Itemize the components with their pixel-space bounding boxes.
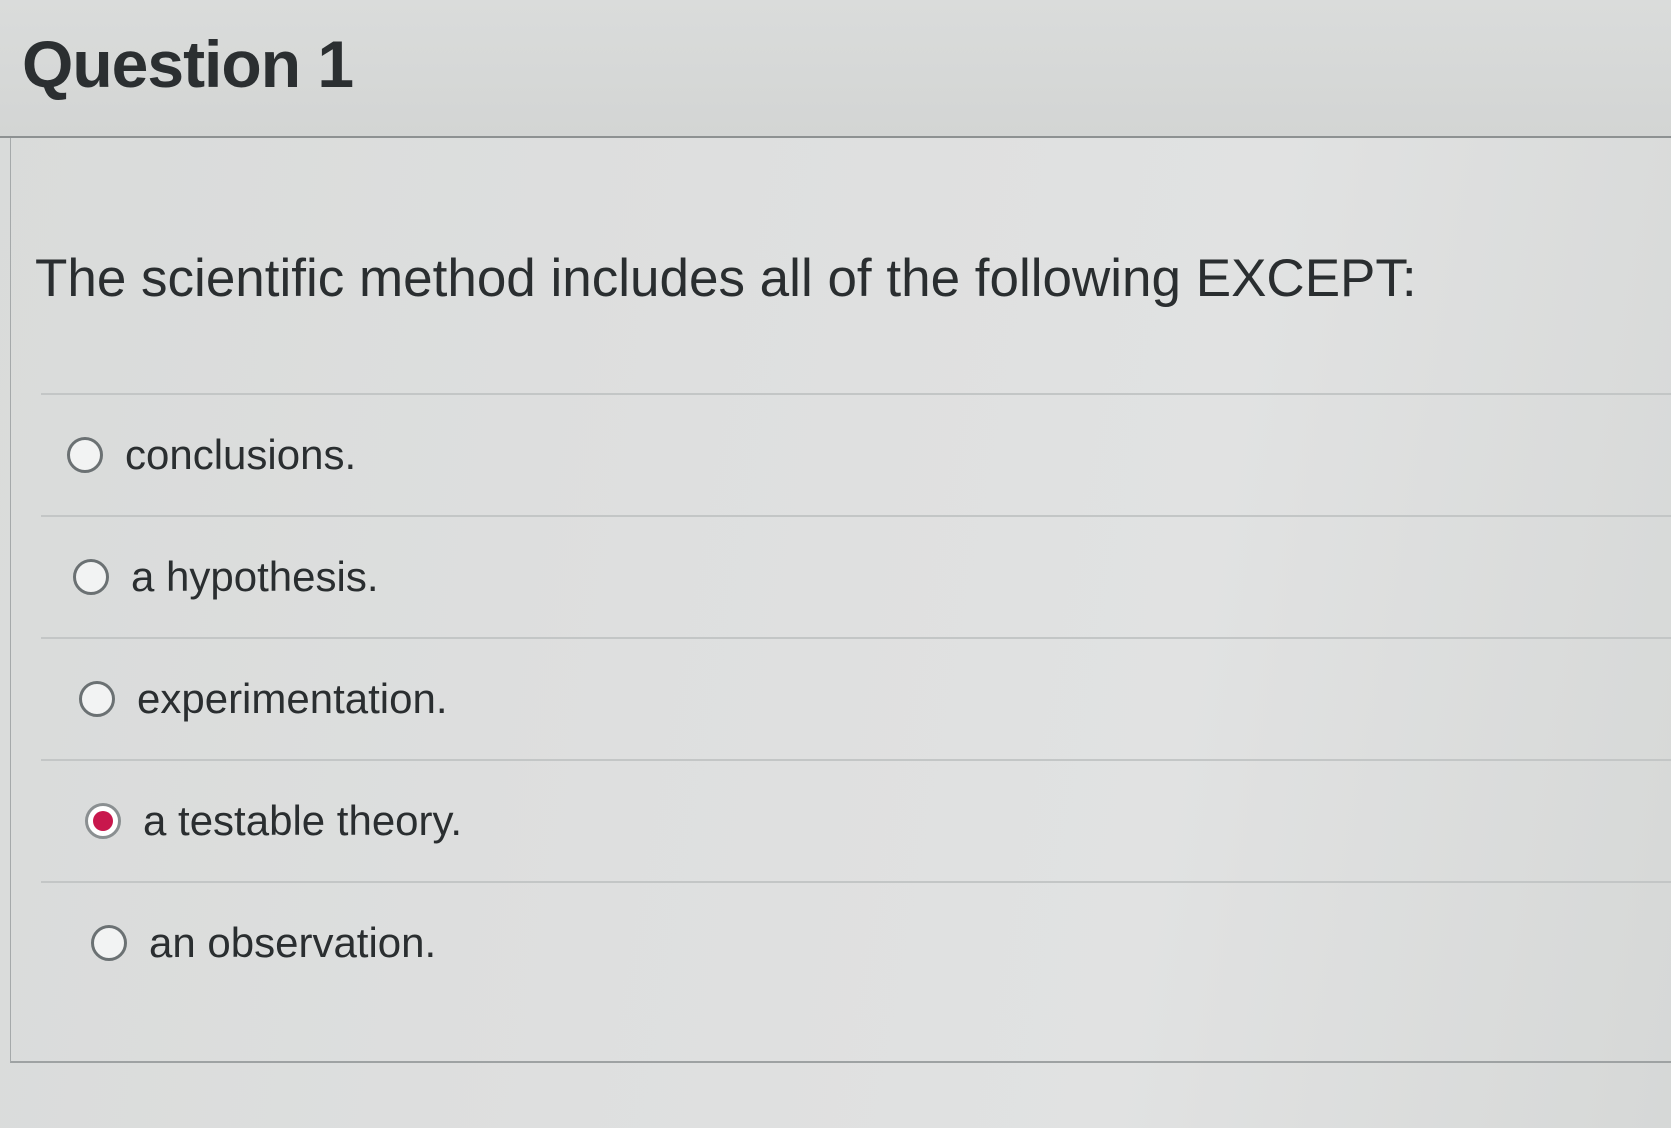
question-header: Question 1 [0, 0, 1671, 138]
answer-option[interactable]: an observation. [41, 881, 1671, 1003]
radio-button[interactable] [73, 559, 109, 595]
question-text: The scientific method includes all of th… [35, 249, 1417, 308]
answer-label[interactable]: an observation. [149, 919, 436, 967]
answer-label[interactable]: a hypothesis. [131, 553, 379, 601]
answer-label[interactable]: a testable theory. [143, 797, 462, 845]
answer-option[interactable]: a hypothesis. [41, 515, 1671, 637]
answer-option[interactable]: a testable theory. [41, 759, 1671, 881]
radio-button[interactable] [91, 925, 127, 961]
radio-button[interactable] [67, 437, 103, 473]
radio-button-selected[interactable] [85, 803, 121, 839]
radio-button[interactable] [79, 681, 115, 717]
question-title: Question 1 [22, 27, 354, 101]
answer-label[interactable]: experimentation. [137, 675, 448, 723]
quiz-page: Question 1 The scientific method include… [0, 0, 1671, 1128]
answer-list: conclusions. a hypothesis. experimentati… [41, 393, 1671, 1003]
answer-label[interactable]: conclusions. [125, 431, 356, 479]
answer-option[interactable]: experimentation. [41, 637, 1671, 759]
answer-option[interactable]: conclusions. [41, 393, 1671, 515]
question-body: The scientific method includes all of th… [10, 138, 1671, 1063]
